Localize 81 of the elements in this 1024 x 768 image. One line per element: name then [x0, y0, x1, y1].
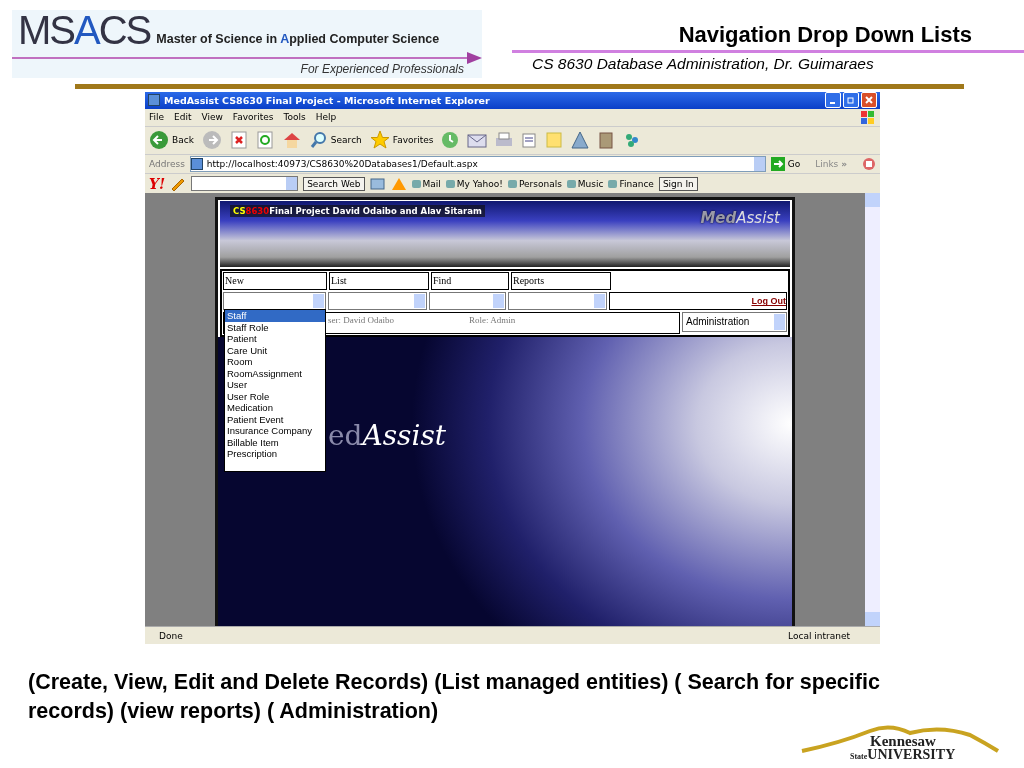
document-icon[interactable]	[521, 132, 538, 149]
dropdown-option[interactable]: Insurance Company	[225, 425, 325, 437]
logo-text: MSACS	[18, 10, 151, 50]
vertical-scrollbar[interactable]	[865, 193, 880, 627]
nav-select[interactable]	[328, 292, 427, 311]
yahoo-logo[interactable]: Y!	[149, 175, 166, 192]
mail-icon[interactable]	[467, 132, 488, 149]
brand-logo: MedAssist	[700, 209, 780, 228]
logo-subtitle: Master of Science in Applied Computer Science	[156, 32, 440, 48]
swoosh-arrow-icon	[12, 50, 482, 64]
toolbar-link[interactable]: Finance	[608, 178, 654, 189]
dropdown-option[interactable]: Staff	[225, 310, 325, 322]
menu-item[interactable]: Edit	[174, 112, 192, 123]
dropdown-option[interactable]: Care Unit	[225, 344, 325, 357]
dropdown-option[interactable]: Prescription	[225, 448, 325, 460]
address-field[interactable]: http://localhost:40973/CS8630%20Databases1/Default.aspx	[189, 155, 766, 172]
go-arrow-icon	[770, 156, 785, 171]
window-title: MedAssist CS8630 Final Project - Microsoft Internet Explorer	[164, 94, 491, 106]
pencil-icon[interactable]	[170, 176, 187, 191]
forward-icon[interactable]	[201, 130, 222, 151]
administration-select[interactable]: Administration	[682, 312, 787, 333]
toolbar-link[interactable]: Personals	[507, 178, 562, 189]
toolbar-link[interactable]: Mail	[411, 178, 441, 189]
menu-item[interactable]: File	[149, 112, 165, 123]
address-label: Address	[149, 158, 185, 169]
menu-item[interactable]: Help	[315, 112, 337, 123]
toolbar-link[interactable]: My Yahoo!	[445, 178, 503, 189]
page-icon	[148, 94, 160, 107]
slide-title: Navigation Drop Down Lists	[512, 22, 1024, 53]
slide-caption: (Create, View, Edit and Delete Records) (List managed entities) ( Search for specific records) (view reports) ( Administration)	[28, 669, 881, 725]
book-icon[interactable]	[597, 131, 616, 150]
nav-select[interactable]	[429, 292, 506, 311]
nav-label: List	[329, 272, 429, 291]
dropdown-option[interactable]: RoomAssignment	[225, 367, 325, 380]
menu-item[interactable]: Favorites	[232, 112, 274, 123]
refresh-icon[interactable]	[255, 131, 274, 150]
alert-icon[interactable]	[390, 176, 407, 191]
close-icon	[865, 96, 873, 105]
status-text: Done	[159, 630, 183, 641]
go-button[interactable]: Go	[770, 156, 801, 171]
university-logo: Kennesaw StateUNIVERSITY	[800, 723, 1005, 765]
restore-icon	[847, 96, 855, 105]
history-icon[interactable]	[441, 131, 460, 150]
search-button[interactable]: Search	[309, 131, 362, 150]
menu-item[interactable]: Tools	[283, 112, 306, 123]
dropdown-option[interactable]: Billable Item	[225, 436, 325, 449]
user-role: Role: Admin	[469, 315, 516, 326]
dropdown-option[interactable]: Staff Role	[225, 321, 325, 334]
window-icon[interactable]	[369, 176, 386, 191]
log-out-link[interactable]: Log Out	[751, 296, 786, 307]
close-button[interactable]	[861, 92, 877, 109]
dropdown-option[interactable]: Patient Event	[225, 413, 325, 426]
hero-logo-text: edAssist	[328, 419, 447, 453]
dropdown-option[interactable]: Patient	[225, 333, 325, 345]
zone-text: Local intranet	[788, 630, 850, 641]
star-icon	[369, 130, 390, 151]
dropdown-option[interactable]: User Role	[225, 390, 325, 403]
banner-title: CS8630Final Project David Odaibo and Alav Sitaram	[230, 205, 485, 218]
dropdown-option[interactable]: Room	[225, 356, 325, 368]
search-icon	[309, 131, 328, 150]
nav-label: Reports	[511, 272, 611, 291]
restore-button[interactable]	[843, 92, 859, 109]
logo-tagline: For Experienced Professionals	[300, 62, 464, 76]
minimize-button[interactable]	[825, 92, 841, 109]
dropdown-option[interactable]: Medication	[225, 402, 325, 414]
search-field[interactable]	[191, 176, 299, 191]
pyramid-icon[interactable]	[571, 131, 590, 150]
search-web-button[interactable]: Search Web	[303, 176, 365, 191]
toolbar-link[interactable]: Music	[566, 178, 604, 189]
user-name: ser: David Odaibo	[328, 315, 394, 326]
slide-subtitle: CS 8630 Database Administration, Dr. Guimaraes	[531, 55, 874, 73]
stop-icon[interactable]	[229, 131, 248, 150]
nav-select[interactable]	[508, 292, 607, 311]
windows-flag-icon	[860, 110, 874, 125]
favorites-button[interactable]: Favorites	[369, 130, 434, 151]
nav-label: New	[223, 272, 327, 291]
sign-in-button[interactable]: Sign In	[658, 176, 698, 191]
nav-label: Find	[431, 272, 509, 291]
menu-item[interactable]: View	[201, 112, 223, 123]
back-button[interactable]: Back	[149, 130, 194, 151]
dropdown-option[interactable]: User	[225, 379, 325, 391]
